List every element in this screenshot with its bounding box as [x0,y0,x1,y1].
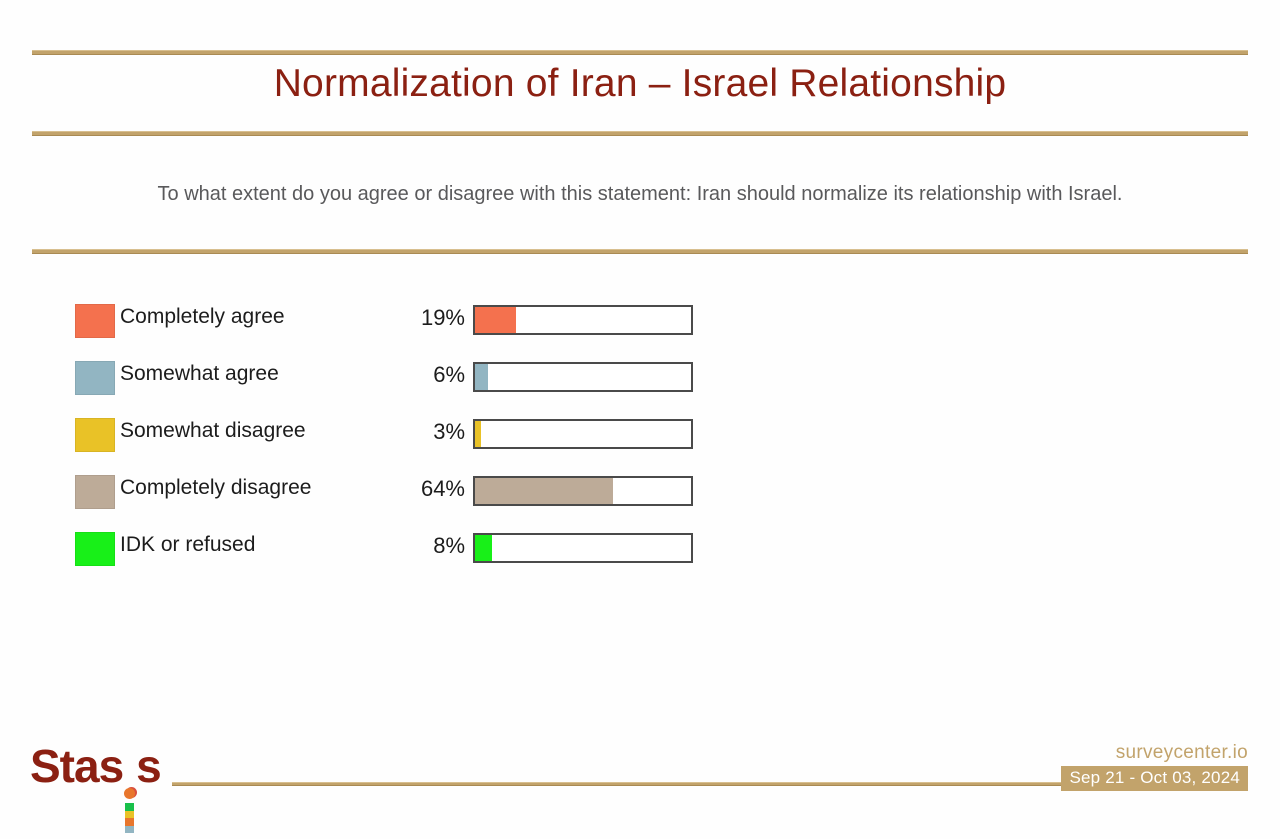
bar-track [473,305,693,335]
divider-top [32,50,1248,55]
legend-label: Completely agree [120,305,285,328]
bar-fill [475,421,482,447]
value-label: 8% [433,533,465,558]
legend-row: Completely agree 19% [75,296,705,353]
legend-row: Completely disagree 64% [75,467,705,524]
bar-fill [475,535,493,561]
divider-under-title [32,131,1248,136]
legend-row: Somewhat agree 6% [75,353,705,410]
value-label: 6% [433,362,465,387]
value-label: 64% [420,476,465,501]
legend-label: Somewhat disagree [120,419,306,442]
bar-track [473,419,693,449]
logo-text-after: s [136,740,162,792]
logo-i-stem-icon [125,803,135,833]
logo-i-dot-icon [124,788,136,799]
site-url-label: surveycenter.io [1115,742,1248,763]
legend-color-swatch [75,361,115,395]
legend-row: IDK or refused 8% [75,524,705,581]
bar-track [473,533,693,563]
legend-color-swatch [75,304,115,338]
logo-wordmark: Stas s [30,738,162,833]
legend-row: Somewhat disagree 3% [75,410,705,467]
stasis-logo: Stas s [30,738,162,833]
value-label: 19% [420,305,465,330]
bar-track [473,476,693,506]
legend-color-swatch [75,418,115,452]
bar-fill [475,307,517,333]
bar-fill [475,364,488,390]
bar-track [473,362,693,392]
legend-label: IDK or refused [120,533,256,556]
logo-text-before: Stas [30,740,124,792]
legend-color-swatch [75,532,115,566]
legend-label: Somewhat agree [120,362,279,385]
legend-color-swatch [75,475,115,509]
page-title: Normalization of Iran – Israel Relations… [273,62,1007,105]
bar-fill [475,478,614,504]
page-subtitle: To what extent do you agree or disagree … [157,183,1123,205]
value-label: 3% [433,419,465,444]
divider-under-subtitle [32,249,1248,254]
legend-and-bar-chart: Completely agree 19% Somewhat agree 6% Somew… [75,296,705,581]
legend-label: Completely disagree [120,476,312,499]
date-range-badge: Sep 21 - Oct 03, 2024 [1061,766,1248,791]
dot-density-circle-chart [738,290,1202,754]
